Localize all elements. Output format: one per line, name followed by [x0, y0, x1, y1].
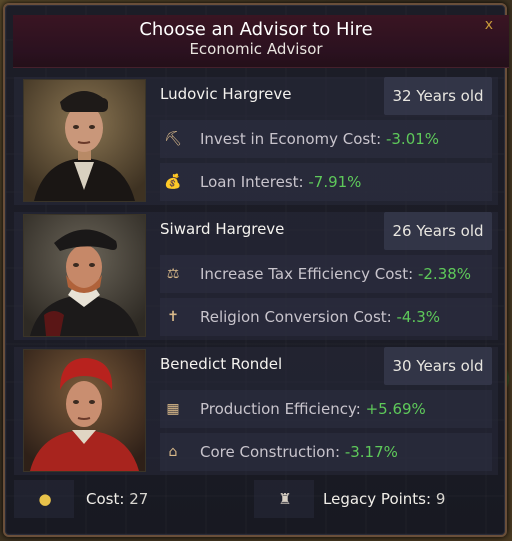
cost-value: 27	[129, 490, 149, 508]
legacy-label: Legacy Points:	[323, 490, 432, 508]
advisor-portrait	[23, 349, 146, 472]
advisor-portrait	[23, 214, 146, 337]
portrait-benedict	[24, 350, 145, 471]
dialog-subtitle: Economic Advisor	[189, 40, 323, 58]
cost-label: Cost:	[86, 490, 125, 508]
legacy-icon-box: ♜	[254, 480, 314, 518]
gold-coins-icon: ●	[38, 490, 52, 508]
stat-label: Invest in Economy Cost:	[200, 130, 382, 148]
stat-value: -4.3%	[396, 308, 441, 326]
advisor-stat: ▦ Production Efficiency: +5.69%	[160, 390, 492, 428]
stat-label: Religion Conversion Cost:	[200, 308, 392, 326]
advisor-stat: 💰 Loan Interest: -7.91%	[160, 163, 492, 201]
advisor-name: Benedict Rondel	[160, 355, 283, 373]
invest-economy-icon: ⛏	[164, 131, 182, 147]
advisor-stat: ⚖ Increase Tax Efficiency Cost: -2.38%	[160, 255, 492, 293]
stat-value: -7.91%	[308, 173, 362, 191]
stat-label: Loan Interest:	[200, 173, 304, 191]
stat-value: -3.17%	[344, 443, 398, 461]
advisor-stat: ✝ Religion Conversion Cost: -4.3%	[160, 298, 492, 336]
advisor-name: Siward Hargreve	[160, 220, 285, 238]
stat-value: +5.69%	[365, 400, 426, 418]
stat-label: Core Construction:	[200, 443, 341, 461]
legacy-value: 9	[435, 490, 446, 508]
religion-conversion-icon: ✝	[167, 309, 179, 325]
advisor-card-2[interactable]: Siward Hargreve 26 Years old ⚖ Increase …	[14, 212, 498, 340]
close-button[interactable]: x	[485, 17, 493, 33]
legacy-points-icon: ♜	[278, 490, 292, 508]
advisor-name: Ludovic Hargreve	[160, 85, 292, 103]
advisor-age: 26 Years old	[384, 212, 492, 250]
stat-label: Production Efficiency:	[200, 400, 361, 418]
production-efficiency-icon: ▦	[166, 401, 180, 417]
dialog-title: Choose an Advisor to Hire	[139, 19, 373, 40]
advisor-stat: ⌂ Core Construction: -3.17%	[160, 433, 492, 471]
stat-value: -3.01%	[385, 130, 440, 148]
portrait-ludovic	[24, 80, 145, 201]
legacy-display: Legacy Points: 9	[314, 480, 498, 518]
cost-icon-box: ●	[14, 480, 74, 518]
core-construction-icon: ⌂	[168, 444, 178, 460]
stat-value: -2.38%	[417, 265, 472, 283]
stat-label: Increase Tax Efficiency Cost:	[200, 265, 414, 283]
advisor-stat: ⛏ Invest in Economy Cost: -3.01%	[160, 120, 492, 158]
advisor-age: 30 Years old	[384, 347, 492, 385]
advisor-portrait	[23, 79, 146, 202]
dialog-footer: ● Cost: 27 ♜ Legacy Points: 9	[14, 480, 498, 520]
advisor-card-3[interactable]: Benedict Rondel 30 Years old ▦ Productio…	[14, 347, 498, 475]
loan-interest-icon: 💰	[164, 174, 182, 190]
advisor-age: 32 Years old	[384, 77, 492, 115]
advisor-card-1[interactable]: Ludovic Hargreve 32 Years old ⛏ Invest i…	[14, 77, 498, 205]
cost-display: Cost: 27	[74, 480, 254, 518]
tax-efficiency-icon: ⚖	[166, 266, 180, 282]
portrait-siward	[24, 215, 145, 336]
